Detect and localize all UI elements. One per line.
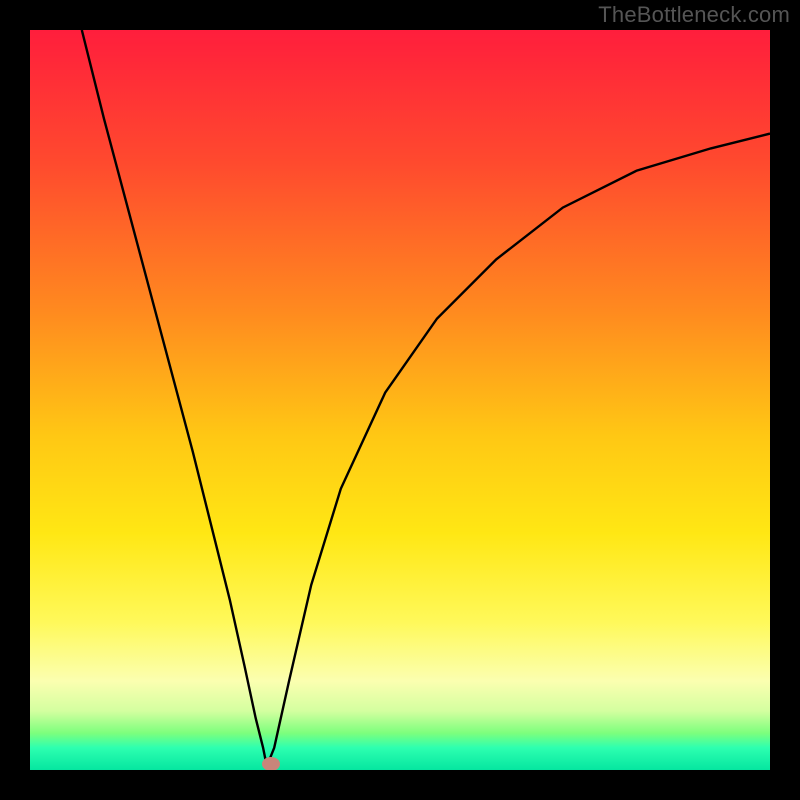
curve-path (82, 30, 770, 766)
watermark-text: TheBottleneck.com (598, 2, 790, 28)
optimum-marker (262, 757, 280, 770)
bottleneck-curve (30, 30, 770, 770)
plot-area (30, 30, 770, 770)
chart-frame: TheBottleneck.com (0, 0, 800, 800)
